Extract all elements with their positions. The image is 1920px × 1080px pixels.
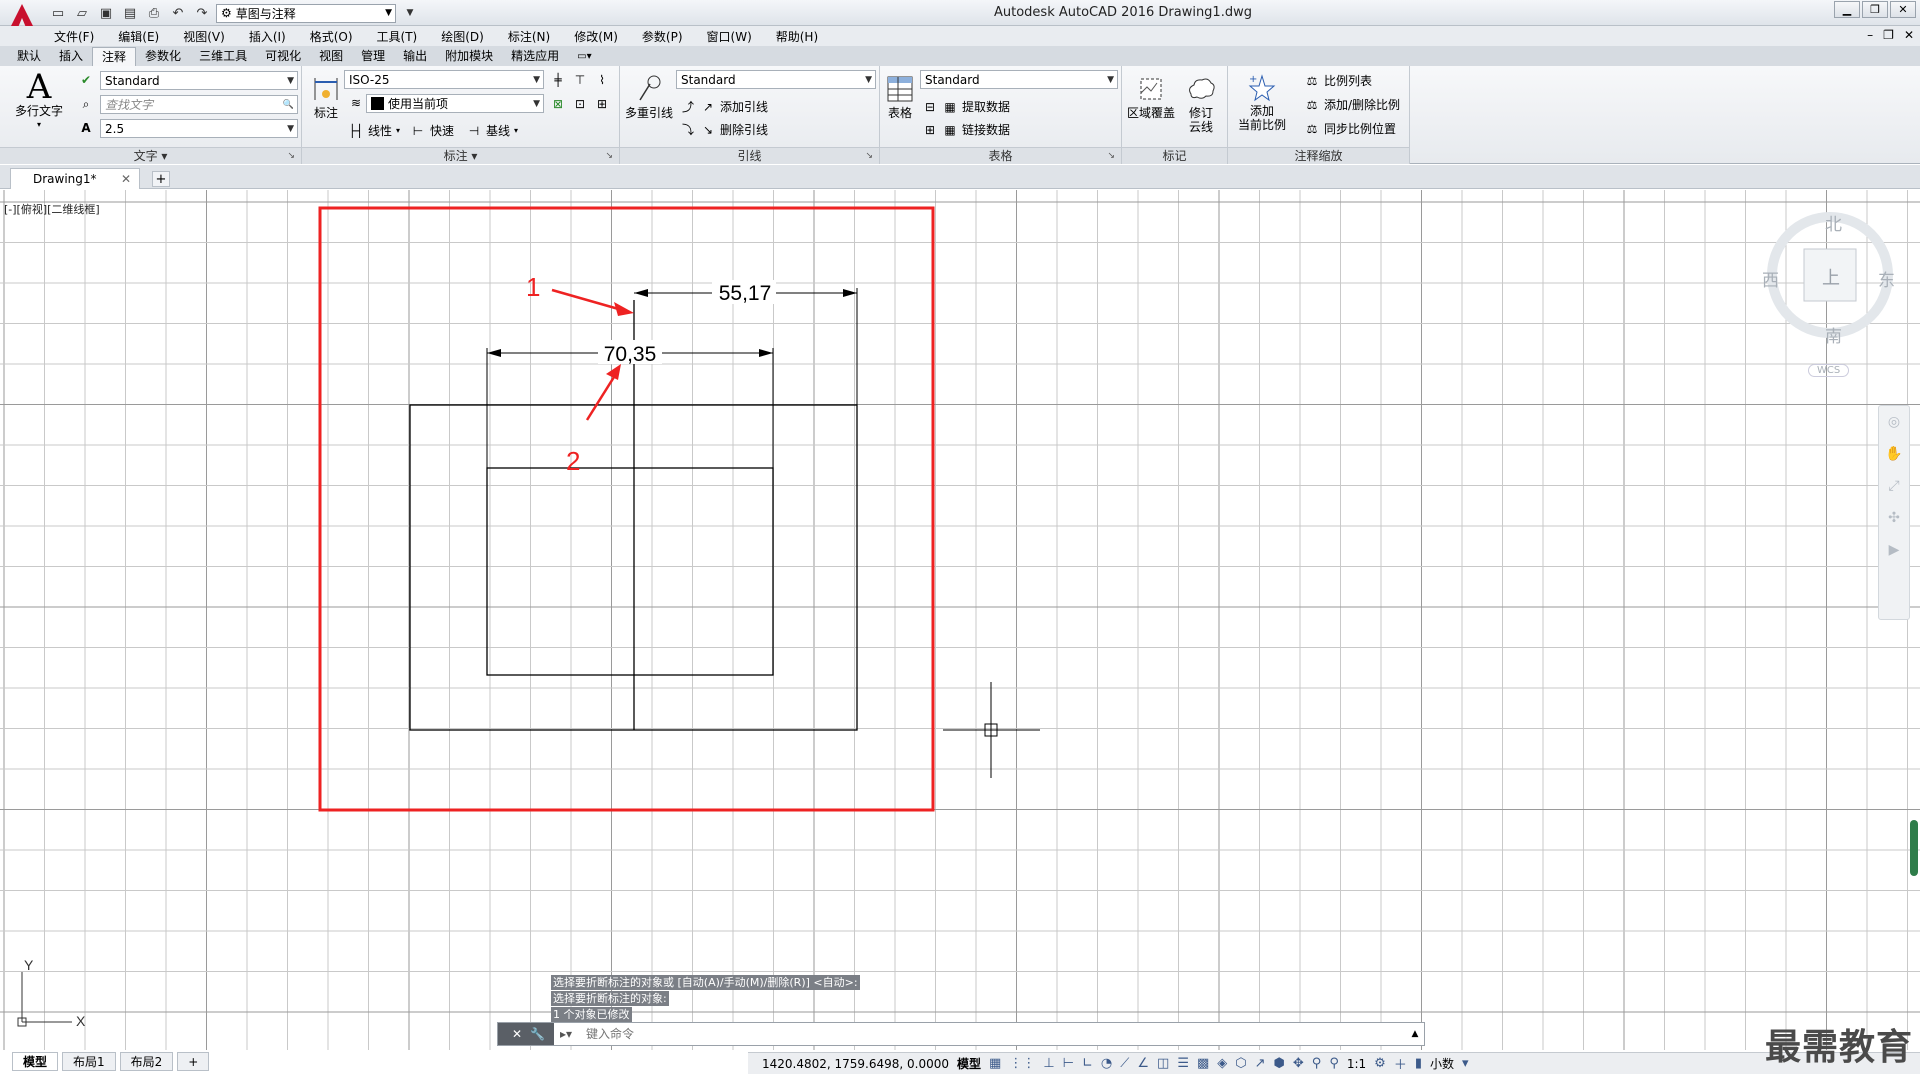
transparency-icon[interactable]: ▩ bbox=[1197, 1056, 1209, 1071]
annotation-scale-value[interactable]: 1:1 bbox=[1347, 1057, 1366, 1071]
wrench-icon[interactable]: 🔧 bbox=[530, 1027, 545, 1041]
object-snap-tracking-icon[interactable]: ∠ bbox=[1137, 1056, 1149, 1071]
annotation-monitor-icon[interactable]: ＋ bbox=[1394, 1054, 1407, 1073]
isolate-icon[interactable]: ▮ bbox=[1415, 1056, 1422, 1071]
viewcube-east[interactable]: 东 bbox=[1878, 266, 1895, 291]
wcs-menu[interactable]: WCS bbox=[1808, 364, 1850, 377]
inner-rectangle[interactable] bbox=[486, 467, 774, 676]
orbit-icon[interactable]: ✣ bbox=[1879, 502, 1909, 534]
callout-label-2: 2 bbox=[566, 446, 580, 476]
dimension-text-top: 55,17 bbox=[719, 282, 772, 305]
dynamic-input-icon[interactable]: ⊢ bbox=[1063, 1056, 1074, 1071]
navigation-bar: ◎ ✋ ⤢ ✣ ▶ bbox=[1878, 405, 1910, 620]
command-history-line: 选择要折断标注的对象: bbox=[551, 991, 669, 1006]
units-value[interactable]: 小数 bbox=[1430, 1055, 1454, 1072]
object-snap-icon[interactable]: ◫ bbox=[1157, 1056, 1169, 1071]
auto-scale-icon[interactable]: ⚲ bbox=[1329, 1056, 1339, 1071]
tab-layout1[interactable]: 布局1 bbox=[62, 1051, 116, 1071]
model-space-toggle[interactable]: 模型 bbox=[957, 1055, 981, 1072]
steering-wheel-icon[interactable]: ◎ bbox=[1879, 406, 1909, 438]
polar-tracking-icon[interactable]: ◔ bbox=[1101, 1056, 1112, 1071]
layout-tab-bar: 模型 布局1 布局2 + bbox=[0, 1050, 740, 1072]
isodraft-icon[interactable]: ⟋ bbox=[1120, 1056, 1129, 1071]
close-icon[interactable]: ✕ bbox=[512, 1027, 522, 1041]
infer-constraints-icon[interactable]: ⊥ bbox=[1043, 1056, 1054, 1071]
selection-filter-icon[interactable]: ⬢ bbox=[1274, 1056, 1285, 1071]
callout-arrow-1 bbox=[551, 288, 623, 312]
grid-icon[interactable]: ▦ bbox=[989, 1056, 1001, 1071]
callout-label-1: 1 bbox=[526, 272, 540, 302]
viewcube-face-top[interactable]: 上 bbox=[1822, 264, 1840, 290]
crosshair-cursor bbox=[943, 682, 1040, 778]
status-bar: 1420.4802, 1759.6498, 0.0000 模型 ▦ ⋮⋮ ⊥ ⊢… bbox=[748, 1052, 1920, 1074]
workspace-gear-icon[interactable]: ⚙ bbox=[1374, 1056, 1386, 1071]
dynamic-ucs-icon[interactable]: ↗ bbox=[1255, 1056, 1266, 1071]
add-layout-button[interactable]: + bbox=[177, 1051, 210, 1071]
pan-icon[interactable]: ✋ bbox=[1879, 438, 1909, 470]
quick-properties-icon[interactable]: ▾ bbox=[1462, 1056, 1469, 1071]
showmotion-icon[interactable]: ▶ bbox=[1879, 534, 1909, 566]
tab-model[interactable]: 模型 bbox=[12, 1051, 59, 1071]
drawing-geometry: 55,17 70,35 1 2 bbox=[318, 206, 1040, 812]
command-line-grip[interactable]: ✕ 🔧 bbox=[498, 1023, 554, 1045]
viewcube-west[interactable]: 西 bbox=[1762, 266, 1779, 291]
ucs-icon: Y X bbox=[17, 960, 86, 1029]
gizmo-icon[interactable]: ✥ bbox=[1293, 1056, 1304, 1071]
svg-text:X: X bbox=[76, 1013, 86, 1029]
annotation-visibility-icon[interactable]: ⚲ bbox=[1312, 1056, 1322, 1071]
command-line: ✕ 🔧 ▸▾ ▲ bbox=[497, 1022, 1425, 1046]
tab-layout2[interactable]: 布局2 bbox=[119, 1051, 174, 1071]
viewcube-north[interactable]: 北 bbox=[1825, 210, 1842, 235]
scroll-indicator[interactable] bbox=[1910, 820, 1918, 876]
ortho-icon[interactable]: ∟ bbox=[1082, 1056, 1093, 1071]
callout-arrow-2 bbox=[585, 376, 616, 421]
3d-osnap-icon[interactable]: ⬡ bbox=[1235, 1056, 1246, 1071]
chevron-up-icon[interactable]: ▲ bbox=[1406, 1029, 1424, 1039]
command-history: 选择要折断标注的对象或 [自动(A)/手动(M)/删除(R)] <自动>: 选择… bbox=[551, 975, 860, 1022]
coordinates-readout[interactable]: 1420.4802, 1759.6498, 0.0000 bbox=[762, 1057, 949, 1071]
autocad-window: ▭ ▱ ▣ ▤ ⎙ ↶ ↷ ⚙ 草图与注释 ▼ ▼ Autodesk AutoC… bbox=[0, 0, 1920, 1080]
command-history-line: 选择要折断标注的对象或 [自动(A)/手动(M)/删除(R)] <自动>: bbox=[551, 975, 860, 990]
zoom-icon[interactable]: ⤢ bbox=[1879, 470, 1909, 502]
lineweight-icon[interactable]: ☰ bbox=[1177, 1056, 1189, 1071]
callout-arrowhead-2 bbox=[606, 364, 621, 380]
svg-text:Y: Y bbox=[24, 960, 34, 973]
dimension-text-mid: 70,35 bbox=[604, 343, 657, 366]
watermark: 最需教育 bbox=[1765, 1027, 1914, 1068]
command-prompt-icon[interactable]: ▸▾ bbox=[554, 1027, 578, 1041]
viewcube-south[interactable]: 南 bbox=[1825, 322, 1842, 347]
command-input[interactable] bbox=[578, 1023, 1406, 1045]
snap-icon[interactable]: ⋮⋮ bbox=[1009, 1056, 1035, 1071]
command-history-line: 1 个对象已修改 bbox=[551, 1007, 632, 1022]
selection-cycling-icon[interactable]: ◈ bbox=[1217, 1056, 1227, 1071]
highlight-box bbox=[318, 206, 935, 812]
callout-arrowhead-1 bbox=[614, 302, 634, 316]
